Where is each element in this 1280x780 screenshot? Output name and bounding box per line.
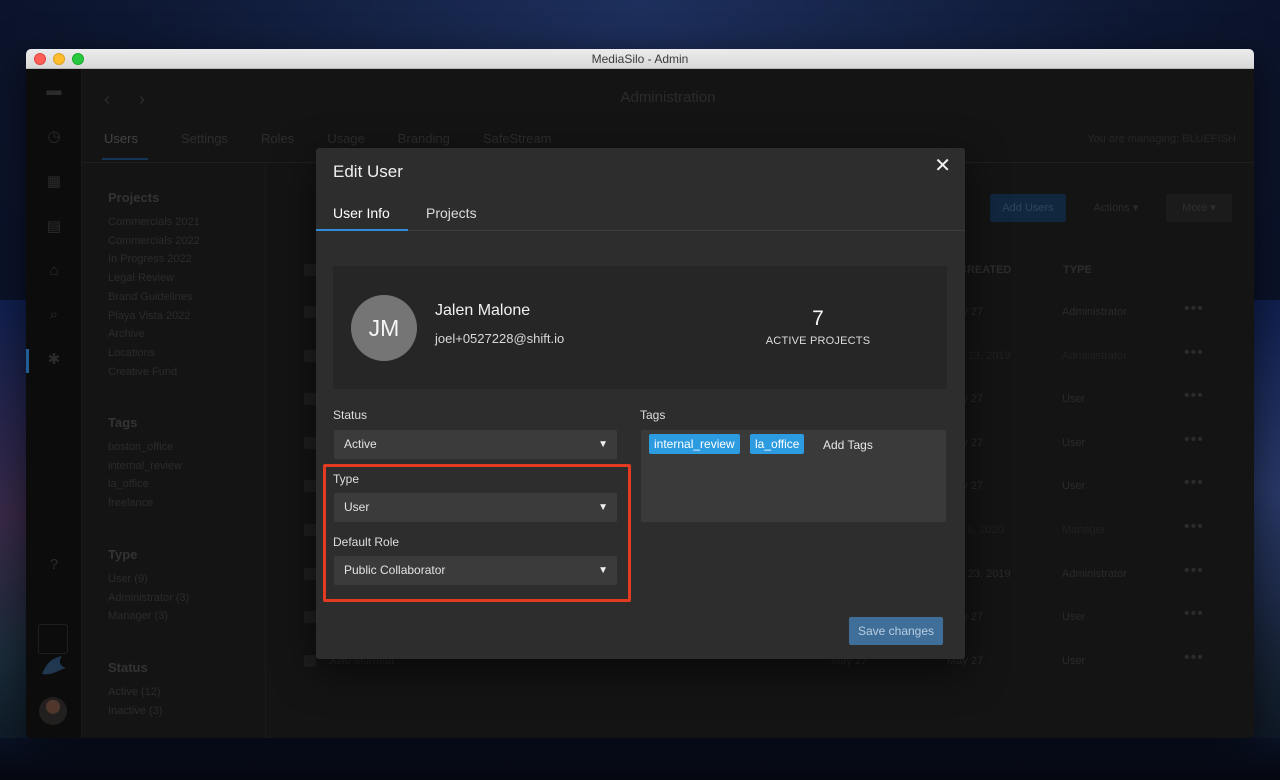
tags-label: Tags: [640, 408, 666, 422]
tags-input[interactable]: internal_review la_office Add Tags: [641, 430, 946, 522]
active-projects-count: 7: [812, 307, 824, 330]
avatar: JM: [351, 295, 417, 361]
active-tab-underline: [316, 229, 408, 231]
user-email: joel+0527228@shift.io: [435, 331, 565, 346]
add-tags-input[interactable]: Add Tags: [823, 438, 873, 452]
desktop-wallpaper-right: [1252, 300, 1280, 780]
desktop-wallpaper-ground: [0, 738, 1280, 780]
window-maximize-button[interactable]: [72, 53, 84, 65]
tag-chip[interactable]: la_office: [750, 434, 805, 454]
type-select[interactable]: User ▼: [334, 493, 617, 522]
window-titlebar: MediaSilo - Admin: [26, 49, 1254, 69]
window-minimize-button[interactable]: [53, 53, 65, 65]
status-label: Status: [333, 408, 368, 422]
type-value: User: [344, 500, 370, 514]
window-close-button[interactable]: [34, 53, 46, 65]
type-label: Type: [333, 472, 360, 486]
window-title: MediaSilo - Admin: [591, 51, 689, 66]
app-window: MediaSilo - Admin ▬ ◷ ▦ ▤ ⌂ ⌕ ✱ ? ‹ › Ad…: [26, 49, 1254, 738]
user-name: Jalen Malone: [435, 302, 531, 319]
close-icon[interactable]: ✕: [934, 156, 951, 176]
desktop-wallpaper-left: [0, 300, 28, 780]
tag-chip[interactable]: internal_review: [649, 434, 740, 454]
tab-projects[interactable]: Projects: [426, 205, 477, 221]
edit-user-modal: Edit User ✕ User Info Projects JM Jalen …: [316, 148, 965, 659]
default-role-label: Default Role: [333, 535, 400, 549]
default-role-value: Public Collaborator: [344, 563, 446, 577]
chevron-down-icon: ▼: [598, 565, 608, 576]
modal-title: Edit User: [333, 162, 403, 181]
save-changes-button[interactable]: Save changes: [849, 617, 943, 645]
modal-tabs: User Info Projects: [316, 196, 965, 231]
default-role-select[interactable]: Public Collaborator ▼: [334, 556, 617, 585]
chevron-down-icon: ▼: [598, 502, 608, 513]
tab-user-info[interactable]: User Info: [333, 205, 390, 221]
window-controls: [34, 53, 84, 65]
status-value: Active: [344, 437, 377, 451]
chevron-down-icon: ▼: [598, 439, 608, 450]
user-summary-card: JM Jalen Malone joel+0527228@shift.io 7 …: [333, 266, 947, 389]
status-select[interactable]: Active ▼: [334, 430, 617, 459]
active-projects-label: ACTIVE PROJECTS: [765, 335, 871, 347]
